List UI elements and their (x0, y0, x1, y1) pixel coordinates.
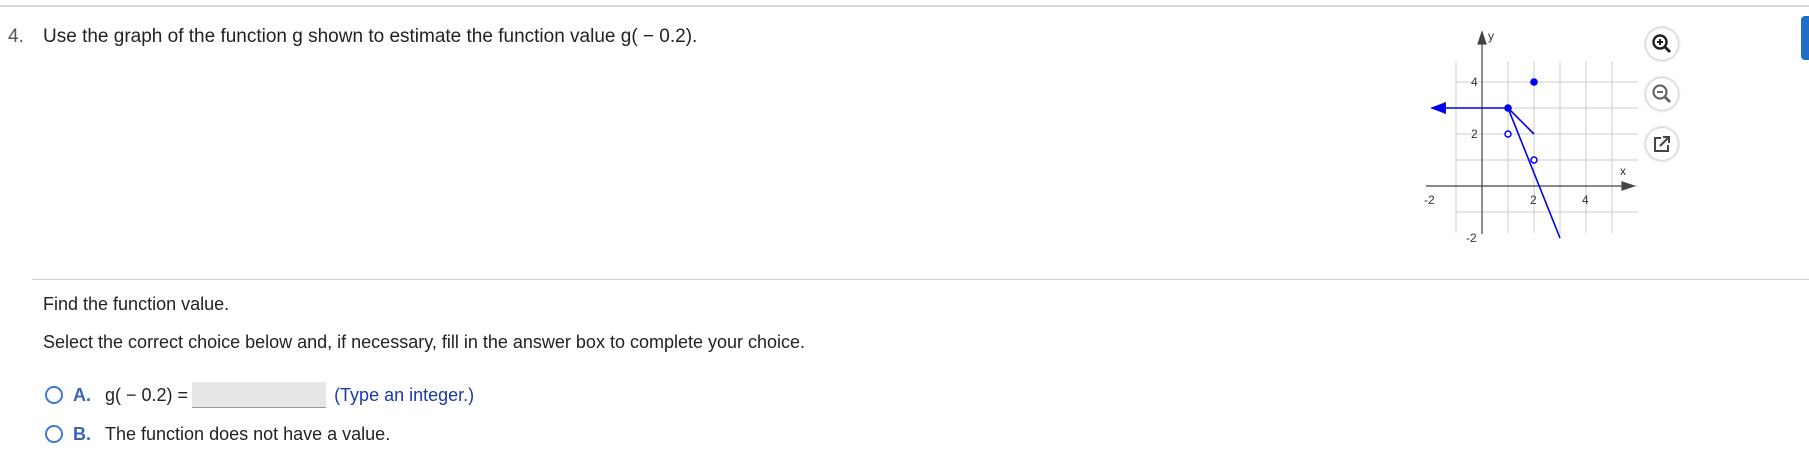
zoom-out-button[interactable] (1646, 78, 1678, 110)
zoom-in-icon (1652, 34, 1672, 54)
y-tick-label: -2 (1466, 231, 1477, 242)
x-tick-label: 2 (1530, 193, 1537, 207)
popout-icon (1654, 136, 1670, 152)
closed-point (1530, 78, 1538, 86)
y-axis-label: y (1488, 29, 1494, 43)
question-text: Use the graph of the function g shown to… (43, 26, 698, 47)
choice-a-hint: (Type an integer.) (334, 384, 475, 405)
graph-arrow-left (1430, 102, 1446, 114)
side-panel-tab[interactable] (1801, 16, 1809, 60)
popout-button[interactable] (1646, 128, 1678, 160)
x-axis-label: x (1620, 164, 1626, 178)
section-divider (32, 279, 1809, 280)
function-graph: x y -2 2 4 4 2 -2 (1424, 29, 1638, 242)
choice-a-expression: g( − 0.2) = (105, 384, 189, 405)
select-instruction: Select the correct choice below and, if … (43, 332, 806, 352)
graph-plot (1430, 78, 1561, 239)
choice-b-text: The function does not have a value. (105, 423, 391, 444)
answer-input[interactable] (192, 382, 327, 408)
graph-tick-labels: -2 2 4 4 2 -2 (1424, 75, 1589, 242)
choice-a[interactable]: A. g( − 0.2) = (Type an integer.) (45, 381, 474, 409)
choice-b-letter: B. (73, 423, 91, 444)
open-point (1504, 130, 1512, 138)
x-axis-arrow (1621, 181, 1636, 191)
zoom-in-button[interactable] (1646, 28, 1678, 60)
x-tick-label: 4 (1582, 193, 1589, 207)
choice-b[interactable]: B. The function does not have a value. (45, 420, 394, 448)
choice-b-radio[interactable] (45, 425, 63, 443)
y-axis-arrow (1477, 30, 1487, 45)
y-tick-label: 2 (1471, 127, 1478, 141)
graph-segment (1507, 107, 1535, 135)
zoom-out-icon (1652, 84, 1672, 104)
choice-a-letter: A. (73, 384, 91, 405)
y-tick-label: 4 (1471, 75, 1478, 89)
choice-a-radio[interactable] (45, 386, 63, 404)
find-instruction: Find the function value. (43, 294, 230, 314)
open-point (1530, 156, 1538, 164)
x-tick-label: -2 (1424, 193, 1435, 207)
closed-point (1504, 104, 1512, 112)
top-divider (0, 5, 1809, 7)
question-number: 4. (8, 26, 24, 47)
